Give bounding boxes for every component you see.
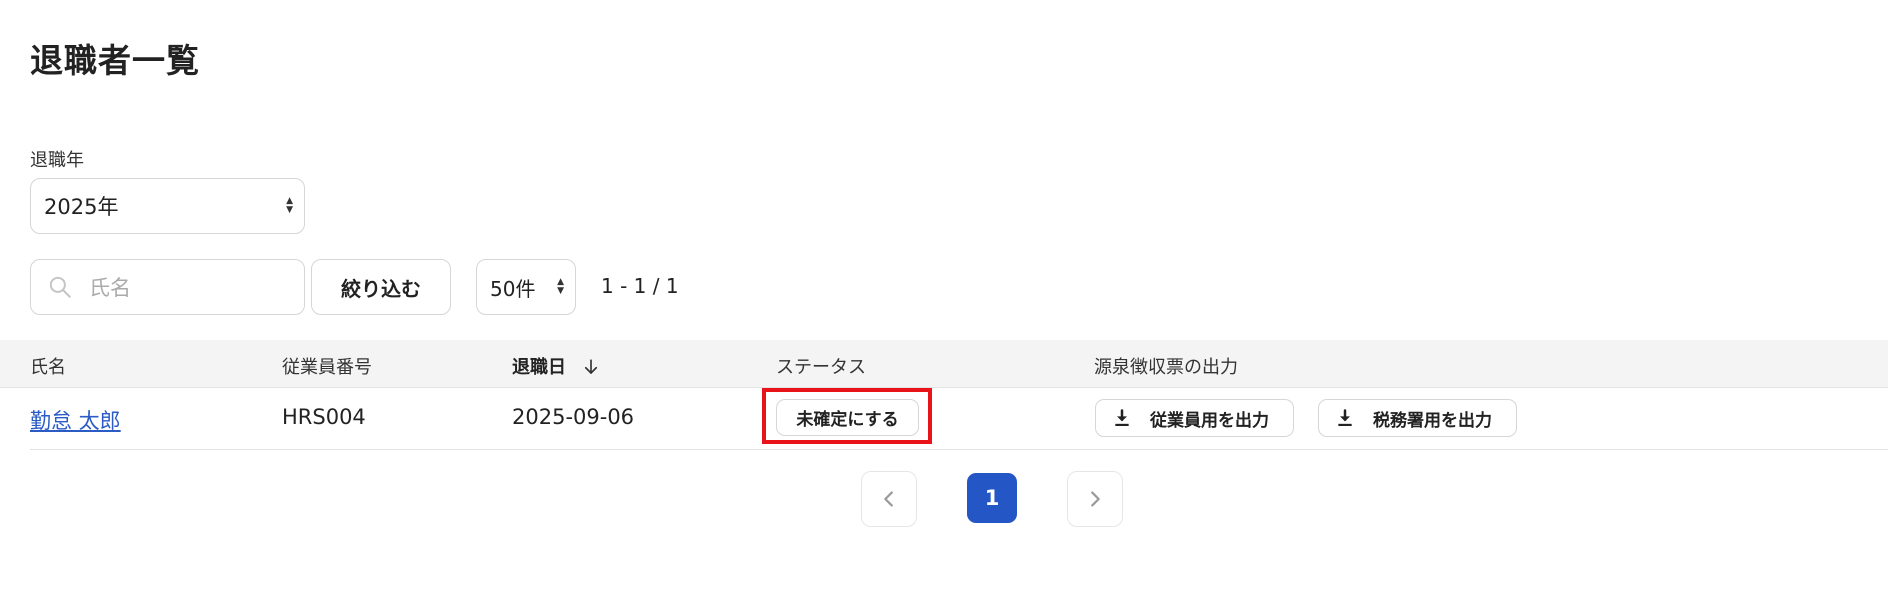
export-employee-copy-label: 従業員用を出力 <box>1150 410 1269 431</box>
filter-button[interactable]: 絞り込む <box>311 259 451 315</box>
download-icon <box>1338 409 1352 426</box>
mark-unconfirmed-button[interactable]: 未確定にする <box>776 399 919 436</box>
column-header-employee-number[interactable]: 従業員番号 <box>282 353 372 379</box>
table-header: 氏名 従業員番号 退職日 ステータス 源泉徴収票の出力 <box>0 340 1888 388</box>
select-arrows-icon: ▲ ▼ <box>286 196 293 215</box>
retirement-year-value: 2025年 <box>44 195 119 219</box>
sort-down-arrow-icon <box>585 359 598 374</box>
chevron-right-icon <box>1091 491 1100 507</box>
select-arrows-icon: ▲ ▼ <box>557 277 564 296</box>
column-header-name[interactable]: 氏名 <box>30 353 66 379</box>
page-title: 退職者一覧 <box>30 41 200 80</box>
employee-name-link[interactable]: 勤怠 太郎 <box>30 405 121 435</box>
current-page-button[interactable]: 1 <box>967 473 1017 523</box>
per-page-value: 50件 <box>490 276 536 301</box>
search-icon <box>49 276 71 298</box>
employee-number-cell: HRS004 <box>282 405 366 429</box>
result-range: 1 - 1 / 1 <box>601 274 679 298</box>
chevron-left-icon <box>884 491 893 507</box>
name-search-input[interactable]: 氏名 <box>30 259 305 315</box>
retirement-date-cell: 2025-09-06 <box>512 405 635 429</box>
per-page-select[interactable]: 50件 ▲ ▼ <box>476 259 576 315</box>
search-placeholder: 氏名 <box>89 276 131 300</box>
export-employee-copy-button[interactable]: 従業員用を出力 <box>1095 399 1294 437</box>
export-tax-office-copy-label: 税務署用を出力 <box>1373 410 1492 431</box>
download-icon <box>1115 409 1129 426</box>
previous-page-button[interactable] <box>861 471 917 527</box>
table-row: 勤怠 太郎 HRS004 2025-09-06 未確定にする 従業員用を出力 税… <box>30 388 1888 450</box>
next-page-button[interactable] <box>1067 471 1123 527</box>
export-tax-office-copy-button[interactable]: 税務署用を出力 <box>1318 399 1517 437</box>
column-header-status[interactable]: ステータス <box>776 353 866 379</box>
column-header-retirement-date[interactable]: 退職日 <box>512 353 600 379</box>
retirement-year-label: 退職年 <box>30 150 84 171</box>
column-header-retirement-date-label: 退職日 <box>512 357 566 378</box>
retirement-year-select[interactable]: 2025年 ▲ ▼ <box>30 178 305 234</box>
column-header-withholding-export[interactable]: 源泉徴収票の出力 <box>1094 353 1238 379</box>
